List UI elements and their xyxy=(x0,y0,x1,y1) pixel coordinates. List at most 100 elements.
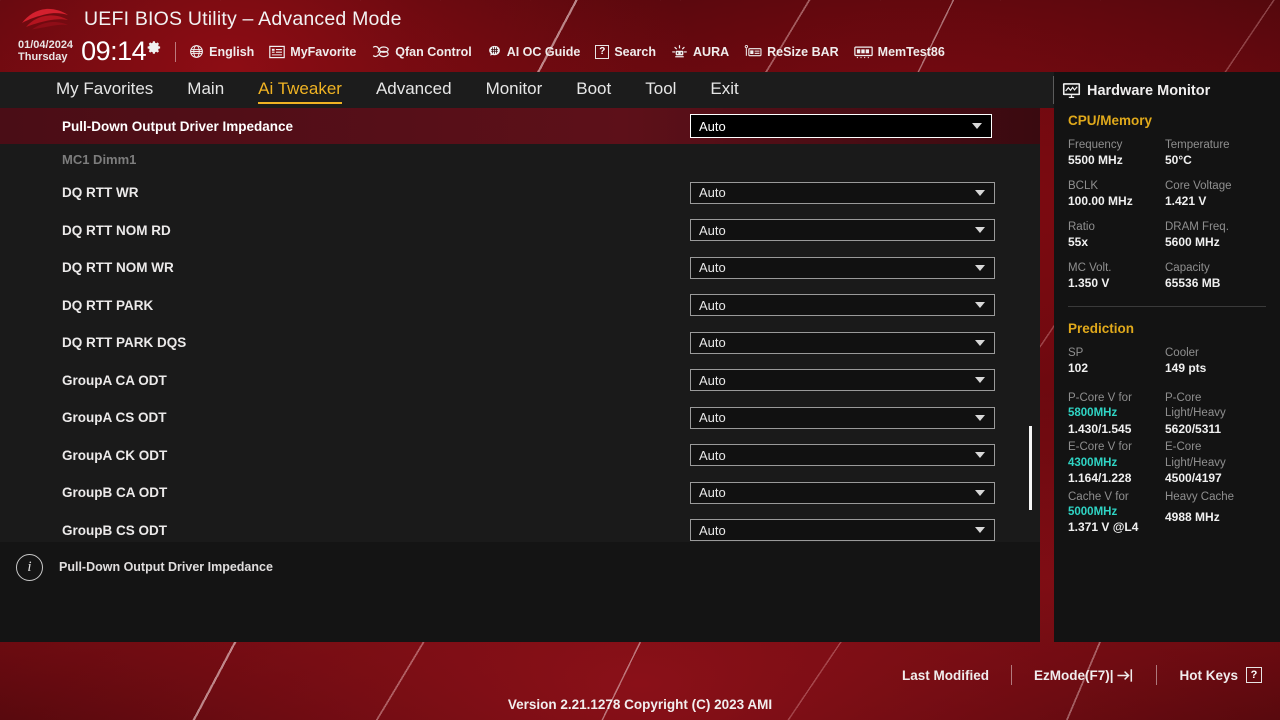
resize-bar-icon xyxy=(744,45,762,57)
setting-row[interactable]: DQ RTT NOM WR Auto xyxy=(0,249,1040,287)
tab-exit[interactable]: Exit xyxy=(710,79,738,101)
tool-memtest86[interactable]: MemTest86 xyxy=(853,45,945,59)
gear-icon[interactable] xyxy=(147,40,162,55)
hw-item-sp: SP 102 xyxy=(1068,346,1165,377)
chevron-down-icon xyxy=(975,489,985,496)
clock-value: 09:14 xyxy=(81,36,147,66)
hw-value: 100.00 MHz xyxy=(1068,194,1133,209)
setting-row[interactable]: GroupA CK ODT Auto xyxy=(0,437,1040,475)
setting-dropdown[interactable]: Auto xyxy=(690,519,995,542)
setting-label: DQ RTT PARK xyxy=(62,297,154,313)
hw-value: 5600 MHz xyxy=(1165,235,1220,250)
setting-row[interactable]: DQ RTT PARK DQS Auto xyxy=(0,324,1040,362)
setting-row[interactable]: GroupA CS ODT Auto xyxy=(0,399,1040,437)
hw-value: 1.371 V @L4 xyxy=(1068,520,1139,535)
hw-value: 5500 MHz xyxy=(1068,153,1123,168)
scrollbar-thumb[interactable] xyxy=(1029,426,1032,510)
hw-value: 50°C xyxy=(1165,153,1192,168)
tab-monitor[interactable]: Monitor xyxy=(486,79,543,101)
hw-item-capacity: Capacity 65536 MB xyxy=(1165,261,1280,292)
tool-search[interactable]: ? Search xyxy=(595,44,656,59)
tool-resize-bar[interactable]: ReSize BAR xyxy=(744,44,839,59)
hw-key: SP xyxy=(1068,346,1084,359)
tool-label: AURA xyxy=(693,44,730,59)
date-value: 01/04/2024 xyxy=(18,38,74,51)
tab-ai-tweaker[interactable]: Ai Tweaker xyxy=(258,79,342,104)
hw-section-cpu-memory: CPU/Memory xyxy=(1068,113,1153,128)
hw-item-bclk: BCLK 100.00 MHz xyxy=(1068,179,1165,210)
hw-key-highlight: 5000MHz xyxy=(1068,505,1118,518)
tab-my-favorites[interactable]: My Favorites xyxy=(56,79,153,101)
chevron-down-icon xyxy=(975,414,985,421)
hardware-monitor-panel: Hardware Monitor CPU/Memory Frequency 55… xyxy=(1054,72,1280,642)
hw-item-core-voltage: Core Voltage 1.421 V xyxy=(1165,179,1280,210)
help-bar: i Pull-Down Output Driver Impedance xyxy=(0,542,1040,642)
tab-main[interactable]: Main xyxy=(187,79,224,101)
chevron-down-icon xyxy=(975,452,985,459)
hw-value: 102 xyxy=(1068,361,1089,376)
setting-row[interactable]: GroupA CA ODT Auto xyxy=(0,362,1040,400)
setting-dropdown[interactable]: Auto xyxy=(690,219,995,242)
tool-label: English xyxy=(209,44,255,59)
chevron-down-icon xyxy=(975,264,985,271)
hw-value: 1.350 V xyxy=(1068,276,1110,291)
header-divider xyxy=(175,41,177,62)
setting-dropdown[interactable]: Auto xyxy=(690,294,995,317)
hw-key-highlight: 4300MHz xyxy=(1068,456,1118,469)
tab-tool[interactable]: Tool xyxy=(645,79,676,101)
rog-logo-icon xyxy=(22,8,68,30)
setting-label: DQ RTT NOM WR xyxy=(62,260,174,276)
list-icon xyxy=(269,45,286,58)
tool-label: Qfan Control xyxy=(395,44,472,59)
setting-label: GroupA CS ODT xyxy=(62,410,167,426)
ezmode-button[interactable]: EzMode(F7)| xyxy=(1034,668,1135,683)
tool-qfan-control[interactable]: Qfan Control xyxy=(371,44,472,59)
hw-key: P-Core V for xyxy=(1068,391,1132,404)
tab-advanced[interactable]: Advanced xyxy=(376,79,452,101)
tool-myfavorite[interactable]: MyFavorite xyxy=(269,45,356,59)
tool-english[interactable]: English xyxy=(189,44,254,59)
tool-label: AI OC Guide xyxy=(506,44,581,59)
hotkeys-button[interactable]: Hot Keys ? xyxy=(1179,667,1262,683)
brain-icon xyxy=(488,45,500,56)
setting-row[interactable]: DQ RTT PARK Auto xyxy=(0,287,1040,325)
hw-key: BCLK xyxy=(1068,179,1099,192)
setting-row-selected[interactable]: Pull-Down Output Driver Impedance Auto xyxy=(0,108,1040,144)
setting-row[interactable]: GroupB CA ODT Auto xyxy=(0,474,1040,512)
setting-dropdown[interactable]: Auto xyxy=(690,444,995,467)
setting-label: Pull-Down Output Driver Impedance xyxy=(62,118,294,134)
setting-row[interactable]: DQ RTT NOM RD Auto xyxy=(0,212,1040,250)
last-modified-button[interactable]: Last Modified xyxy=(902,668,989,683)
setting-label: GroupA CA ODT xyxy=(62,372,167,388)
question-box-icon: ? xyxy=(595,44,610,59)
setting-dropdown[interactable]: Auto xyxy=(690,114,992,138)
hw-item-cooler: Cooler 149 pts xyxy=(1165,346,1280,377)
setting-label: DQ RTT PARK DQS xyxy=(62,335,187,351)
setting-row[interactable]: DQ RTT WR Auto xyxy=(0,174,1040,212)
setting-label: GroupB CA ODT xyxy=(62,485,168,501)
setting-dropdown[interactable]: Auto xyxy=(690,181,995,204)
monitor-icon xyxy=(1062,83,1081,99)
hw-item-ecore-light-heavy: E-Core Light/Heavy 4500/4197 xyxy=(1165,440,1280,486)
title-row: UEFI BIOS Utility – Advanced Mode xyxy=(18,6,402,32)
hw-item-ratio: Ratio 55x xyxy=(1068,220,1165,251)
help-text: Pull-Down Output Driver Impedance xyxy=(59,560,273,574)
setting-label: DQ RTT WR xyxy=(62,185,139,201)
hotkeys-label: Hot Keys xyxy=(1179,667,1238,683)
setting-dropdown[interactable]: Auto xyxy=(690,331,995,354)
section-label: MC1 Dimm1 xyxy=(62,151,137,167)
tool-ai-oc-guide[interactable]: AI OC Guide xyxy=(487,44,581,59)
setting-dropdown[interactable]: Auto xyxy=(690,406,995,429)
setting-dropdown[interactable]: Auto xyxy=(690,369,995,392)
dropdown-value: Auto xyxy=(699,372,726,388)
setting-row[interactable]: GroupB CS ODT Auto xyxy=(0,512,1040,543)
version-text: Version 2.21.1278 Copyright (C) 2023 AMI xyxy=(507,697,773,712)
setting-label: GroupB CS ODT xyxy=(62,522,167,538)
tool-aura[interactable]: AURA xyxy=(671,44,729,59)
setting-dropdown[interactable]: Auto xyxy=(690,256,995,279)
tab-boot[interactable]: Boot xyxy=(576,79,611,101)
dropdown-value: Auto xyxy=(699,118,726,134)
weekday-value: Thursday xyxy=(18,50,68,63)
setting-dropdown[interactable]: Auto xyxy=(690,481,995,504)
chevron-down-icon xyxy=(975,189,985,196)
